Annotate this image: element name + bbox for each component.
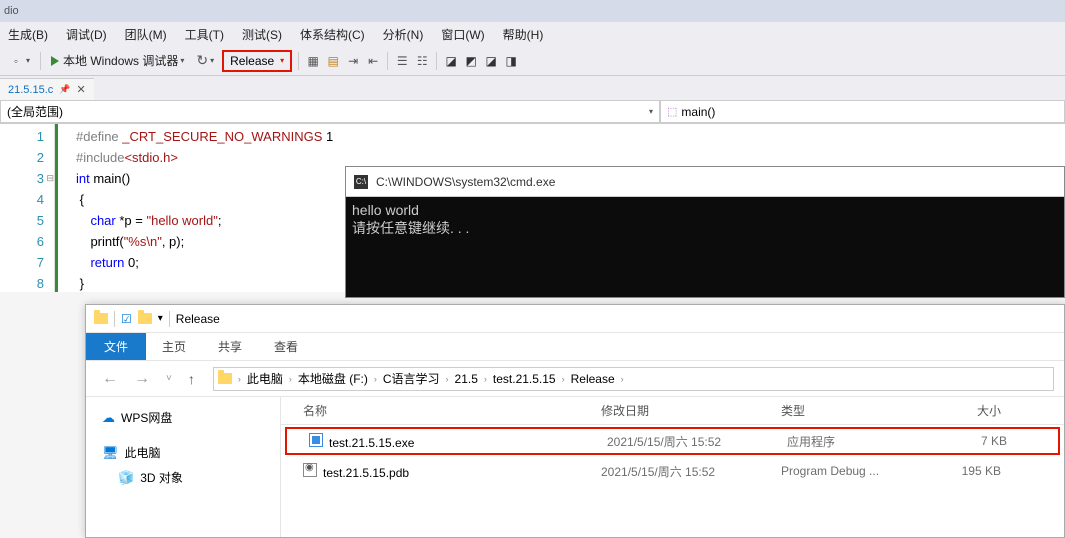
toolbar-icon-4[interactable]: ⇤ bbox=[365, 53, 381, 69]
cmd-window: C:\ C:\WINDOWS\system32\cmd.exe hello wo… bbox=[345, 166, 1065, 298]
menu-item[interactable]: 测试(S) bbox=[242, 26, 282, 43]
file-row[interactable]: test.21.5.15.exe2021/5/15/周六 15:52应用程序7 … bbox=[285, 427, 1060, 455]
code-nav-bar: (全局范围) ▾ ⬚ main() bbox=[0, 100, 1065, 124]
start-debugger-button[interactable]: 本地 Windows 调试器 ▾ bbox=[47, 50, 188, 71]
config-label: Release bbox=[230, 54, 274, 68]
ribbon-tab[interactable]: 共享 bbox=[202, 333, 258, 360]
explorer-file-list: 名称 修改日期 类型 大小 test.21.5.15.exe2021/5/15/… bbox=[281, 397, 1064, 537]
folder-icon bbox=[138, 313, 152, 324]
cmd-icon: C:\ bbox=[354, 175, 368, 189]
ribbon-tab[interactable]: 主页 bbox=[146, 333, 202, 360]
nav-back-button[interactable]: ← bbox=[96, 370, 124, 388]
nav-recent-dropdown[interactable]: ˅ bbox=[160, 373, 178, 384]
toolbar-icon-3[interactable]: ⇥ bbox=[345, 53, 361, 69]
toolbar-icon-2[interactable]: ▤ bbox=[325, 53, 341, 69]
line-gutter: 123⊟45678 bbox=[0, 124, 55, 292]
sidebar-item-pc[interactable]: 🖥此电脑 bbox=[102, 440, 280, 465]
pin-icon[interactable]: 📌 bbox=[59, 84, 70, 95]
breadcrumb-item[interactable]: C语言学习 bbox=[379, 370, 444, 387]
nav-up-button[interactable]: ↑ bbox=[182, 371, 201, 387]
explorer-title-bar[interactable]: ☑ ▾ Release bbox=[86, 305, 1064, 333]
menu-item[interactable]: 体系结构(C) bbox=[300, 26, 365, 43]
cube-icon: ⬚ bbox=[667, 105, 677, 118]
explorer-sidebar: ☁WPS网盘 🖥此电脑 🧊3D 对象 bbox=[86, 397, 281, 537]
function-dropdown[interactable]: ⬚ main() bbox=[660, 100, 1065, 123]
col-type[interactable]: 类型 bbox=[781, 402, 921, 419]
toolbar-icon-6[interactable]: ☷ bbox=[414, 53, 430, 69]
cloud-icon: ☁ bbox=[102, 410, 115, 426]
cmd-title-bar[interactable]: C:\ C:\WINDOWS\system32\cmd.exe bbox=[346, 167, 1064, 197]
exe-icon bbox=[309, 433, 323, 447]
menu-item[interactable]: 分析(N) bbox=[383, 26, 424, 43]
list-header[interactable]: 名称 修改日期 类型 大小 bbox=[281, 397, 1064, 425]
ribbon-tab[interactable]: 查看 bbox=[258, 333, 314, 360]
bookmark-next-icon[interactable]: ◪ bbox=[483, 53, 499, 69]
bookmark-icon[interactable]: ◪ bbox=[443, 53, 459, 69]
sidebar-item-3d[interactable]: 🧊3D 对象 bbox=[102, 465, 280, 490]
pdb-icon bbox=[303, 463, 317, 477]
toolbar-icon-1[interactable]: ▦ bbox=[305, 53, 321, 69]
breadcrumb-item[interactable]: 21.5 bbox=[451, 372, 482, 386]
breadcrumb-item[interactable]: Release bbox=[567, 372, 619, 386]
breadcrumb-item[interactable]: 此电脑 bbox=[243, 370, 287, 387]
ribbon-file-tab[interactable]: 文件 bbox=[86, 333, 146, 360]
close-icon[interactable]: ✕ bbox=[76, 83, 85, 96]
explorer-nav-bar: ← → ˅ ↑ › 此电脑›本地磁盘 (F:)›C语言学习›21.5›test.… bbox=[86, 361, 1064, 397]
editor-tab-active[interactable]: 21.5.15.c 📌 ✕ bbox=[0, 78, 94, 100]
menu-bar: 生成(B) 调试(D) 团队(M) 工具(T) 测试(S) 体系结构(C) 分析(N) 窗口(… bbox=[0, 22, 1065, 46]
checkbox-icon: ☑ bbox=[121, 312, 132, 326]
title-bar: dio bbox=[0, 0, 1065, 22]
folder-icon bbox=[218, 373, 232, 384]
toolbar: ◦▾ 本地 Windows 调试器 ▾ ↻▾ Release ▾ ▦ ▤ ⇥ ⇤… bbox=[0, 46, 1065, 76]
file-explorer: ☑ ▾ Release 文件 主页共享查看 ← → ˅ ↑ › 此电脑›本地磁盘… bbox=[85, 304, 1065, 538]
editor-tab-strip: 21.5.15.c 📌 ✕ bbox=[0, 76, 1065, 100]
cmd-output: hello world 请按任意键继续. . . bbox=[346, 197, 1064, 241]
cube-icon: 🧊 bbox=[118, 470, 134, 486]
config-dropdown[interactable]: Release ▾ bbox=[222, 50, 292, 72]
bookmark-prev-icon[interactable]: ◩ bbox=[463, 53, 479, 69]
menu-item[interactable]: 调试(D) bbox=[66, 26, 107, 43]
menu-item[interactable]: 窗口(W) bbox=[441, 26, 484, 43]
play-icon bbox=[51, 56, 59, 66]
folder-icon bbox=[94, 313, 108, 324]
col-size[interactable]: 大小 bbox=[921, 402, 1011, 419]
tab-filename: 21.5.15.c bbox=[8, 84, 53, 96]
breadcrumb-item[interactable]: 本地磁盘 (F:) bbox=[294, 370, 372, 387]
bookmark-clear-icon[interactable]: ◨ bbox=[503, 53, 519, 69]
refresh-button[interactable]: ↻▾ bbox=[192, 50, 218, 71]
nav-back-icon[interactable]: ◦▾ bbox=[4, 51, 34, 71]
file-row[interactable]: test.21.5.15.pdb2021/5/15/周六 15:52Progra… bbox=[281, 457, 1064, 485]
debugger-label: 本地 Windows 调试器 bbox=[63, 52, 178, 69]
breadcrumb-item[interactable]: test.21.5.15 bbox=[489, 372, 560, 386]
toolbar-icon-5[interactable]: ☰ bbox=[394, 53, 410, 69]
scope-dropdown[interactable]: (全局范围) ▾ bbox=[0, 100, 660, 123]
menu-item[interactable]: 生成(B) bbox=[8, 26, 48, 43]
breadcrumb[interactable]: › 此电脑›本地磁盘 (F:)›C语言学习›21.5›test.21.5.15›… bbox=[213, 367, 1054, 391]
col-name[interactable]: 名称 bbox=[281, 402, 601, 419]
sidebar-item-wps[interactable]: ☁WPS网盘 bbox=[102, 405, 280, 430]
ribbon-tabs: 文件 主页共享查看 bbox=[86, 333, 1064, 361]
explorer-title: Release bbox=[176, 312, 220, 326]
menu-item[interactable]: 团队(M) bbox=[125, 26, 167, 43]
menu-item[interactable]: 工具(T) bbox=[185, 26, 224, 43]
nav-forward-button[interactable]: → bbox=[128, 370, 156, 388]
col-date[interactable]: 修改日期 bbox=[601, 402, 781, 419]
pc-icon: 🖥 bbox=[102, 445, 119, 461]
menu-item[interactable]: 帮助(H) bbox=[503, 26, 544, 43]
